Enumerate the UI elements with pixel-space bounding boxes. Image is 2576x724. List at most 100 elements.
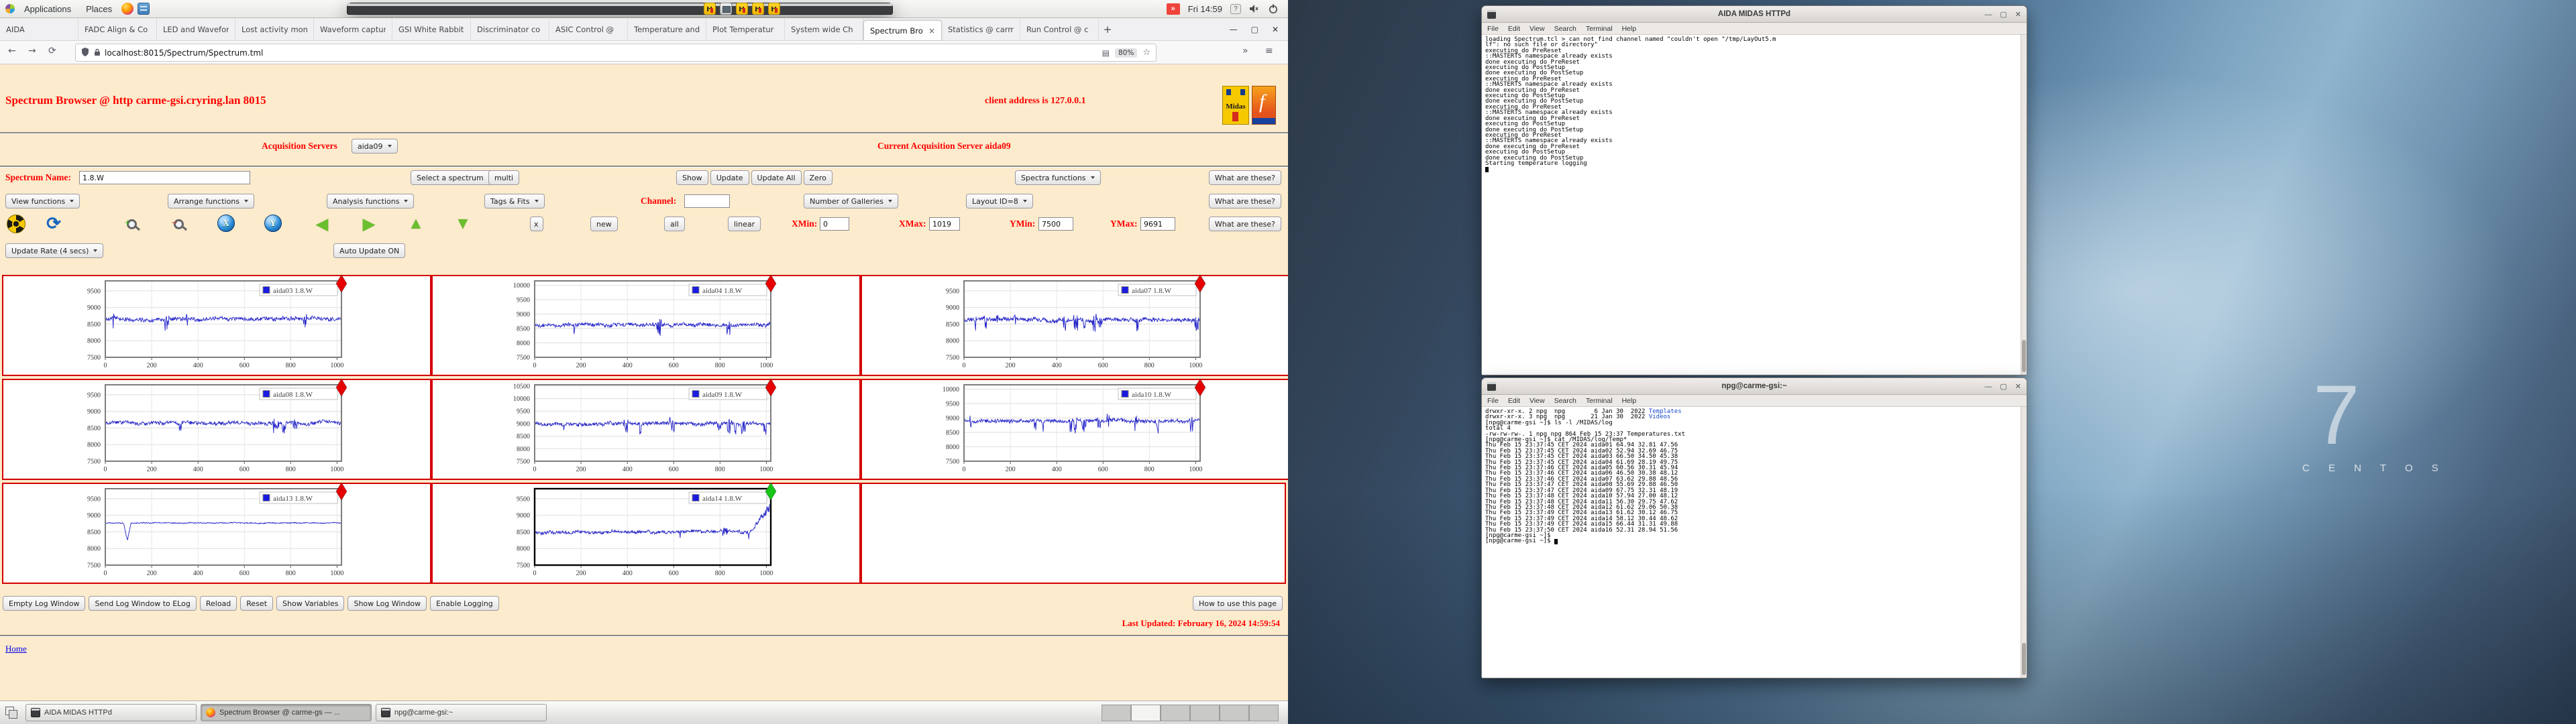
shield-icon[interactable] [81,46,89,59]
tab-lost-activity-mon[interactable]: Lost activity mon [235,18,314,40]
send-log-window-to-elog-button[interactable]: Send Log Window to ELog [89,596,196,611]
spectrum-plot-aida03[interactable]: aida03 1.8.W 750080008500900095000200400… [2,275,431,376]
distro-menu-icon[interactable] [5,4,15,13]
enable-logging-button[interactable]: Enable Logging [430,596,499,611]
zoom-in-icon[interactable]: + [122,215,141,233]
expand-x-icon[interactable]: X [217,215,235,232]
tab-asic-control[interactable]: ASIC Control @ [549,18,628,40]
layout-id-dropdown[interactable]: Layout ID=8 [966,194,1033,208]
url-bar[interactable]: localhost:8015/Spectrum/Spectrum.tml ▤ 8… [75,44,1157,62]
tab-waveform-captur[interactable]: Waveform captur [314,18,392,40]
spectrum-plot-aida09[interactable]: aida09 1.8.W 750080008500900095001000010… [431,379,861,480]
tab-system-wide-ch[interactable]: System wide Ch [785,18,863,40]
spectrum-plot-aida07[interactable]: aida07 1.8.W 750080008500900095000200400… [861,275,1288,376]
hamburger-menu-icon[interactable]: ≡ [1265,46,1273,56]
how-to-use-button[interactable]: How to use this page [1193,596,1283,611]
update-rate-dropdown[interactable]: Update Rate (4 secs) [5,243,103,258]
tab-run-control-c[interactable]: Run Control @ c [1020,18,1099,40]
reload-button[interactable]: ⟳ [48,46,56,56]
reader-mode-icon[interactable]: ▤ [1102,48,1110,58]
window-switcher-icon[interactable] [5,707,17,719]
close-button[interactable]: ✕ [1272,25,1279,34]
tab-fadc-align-co[interactable]: FADC Align & Co [78,18,157,40]
tab-spectrum-bro[interactable]: Spectrum Bro× [863,20,942,40]
tab-temperature-and[interactable]: Temperature and [628,18,706,40]
acquisition-server-select[interactable]: aida09 [352,139,398,154]
show-variables-button[interactable]: Show Variables [276,596,344,611]
url-text[interactable]: localhost:8015/Spectrum/Spectrum.tml [105,48,263,58]
terminal-title-bar[interactable]: AIDA MIDAS HTTPd — ▢ ✕ [1482,6,2027,23]
radiation-icon[interactable] [7,215,25,233]
minimize-button[interactable]: — [1984,383,1992,391]
spectra-functions-dropdown[interactable]: Spectra functions [1015,170,1101,185]
show-button[interactable]: Show [676,170,708,185]
tab-gsi-white-rabbit[interactable]: GSI White Rabbit [392,18,471,40]
close-button[interactable]: ✕ [2015,10,2021,19]
forward-button[interactable]: → [28,46,36,56]
multi-button[interactable]: multi [488,170,519,185]
midas-app-icon[interactable] [768,3,780,15]
terminal-window-aida-midas-httpd[interactable]: AIDA MIDAS HTTPd — ▢ ✕ FileEditViewSearc… [1481,5,2027,375]
tab-aida[interactable]: AIDA [0,18,78,40]
refresh-icon[interactable]: ⟳ [44,215,63,233]
close-button[interactable]: ✕ [2015,382,2021,391]
spectrum-name-input[interactable] [79,171,250,184]
tab-led-and-wavefor[interactable]: LED and Wavefor [157,18,235,40]
spectrum-plot-aida14[interactable]: aida14 1.8.W 750080008500900095000200400… [431,483,861,584]
reset-button[interactable]: Reset [240,596,273,611]
ymin-input[interactable] [1038,217,1073,231]
spectrum-plot-aida04[interactable]: aida04 1.8.W 750080008500900095001000002… [431,275,861,376]
workspace-6[interactable] [1249,705,1279,721]
update-button[interactable]: Update [710,170,749,185]
select-spectrum-dropdown[interactable]: Select a spectrum [411,170,498,185]
xmin-input[interactable] [820,217,849,231]
overflow-chevron-icon[interactable]: » [1242,46,1248,56]
arrange-functions-dropdown[interactable]: Arrange functions [168,194,254,208]
pan-down-icon[interactable]: ▼ [453,215,472,233]
tab-discriminator-co[interactable]: Discriminator co [471,18,549,40]
maximize-button[interactable]: ▢ [2000,10,2006,19]
menu-help[interactable]: Help [1622,397,1637,405]
taskbar-item-npg-carme-gsi[interactable]: npg@carme-gsi:~ [376,704,547,721]
close-gallery-button[interactable]: x [530,217,543,231]
menu-search[interactable]: Search [1554,397,1576,405]
midas-app-icon[interactable] [736,3,748,15]
tags-fits-dropdown[interactable]: Tags & Fits [484,194,545,208]
terminal-output[interactable]: loading Spectrum.tcl > can not find chan… [1482,35,2027,375]
what-are-these-button[interactable]: What are these? [1209,170,1281,185]
scrollbar[interactable] [2021,407,2027,678]
reload-button[interactable]: Reload [200,596,237,611]
xmax-input[interactable] [929,217,960,231]
clock[interactable]: Fri 14:59 [1188,4,1222,14]
menu-edit[interactable]: Edit [1508,25,1520,33]
spectrum-plot-aida08[interactable]: aida08 1.8.W 750080008500900095000200400… [2,379,431,480]
spectrum-plot-aida10[interactable]: aida10 1.8.W 750080008500900095001000002… [861,379,1288,480]
number-of-galleries-dropdown[interactable]: Number of Galleries [804,194,898,208]
minimize-button[interactable]: — [1984,11,1992,19]
zero-button[interactable]: Zero [804,170,833,185]
workspace-5[interactable] [1220,705,1249,721]
screenshot-app-icon[interactable] [720,3,732,15]
menu-view[interactable]: View [1529,25,1545,33]
linear-button[interactable]: linear [728,217,761,231]
channel-input[interactable] [684,194,730,208]
file-manager-icon[interactable] [138,3,150,15]
workspace-3[interactable] [1161,705,1190,721]
menu-file[interactable]: File [1487,25,1499,33]
midas-app-icon[interactable] [752,3,764,15]
what-are-these-button[interactable]: What are these? [1209,217,1281,231]
menu-help[interactable]: Help [1622,25,1637,33]
pan-up-icon[interactable]: ▲ [407,215,425,233]
workspace-2[interactable] [1131,705,1161,721]
input-method-icon[interactable]: ? [1230,4,1241,14]
taskbar-item-spectrum-browser-carme-gs[interactable]: Spectrum Browser @ carme-gs — ... [201,704,372,721]
back-button[interactable]: ← [8,46,16,56]
bookmark-star-icon[interactable]: ☆ [1142,48,1150,58]
minimize-button[interactable]: — [1230,25,1238,34]
expand-y-icon[interactable]: Y [264,215,282,232]
menu-edit[interactable]: Edit [1508,397,1520,405]
show-log-window-button[interactable]: Show Log Window [347,596,427,611]
workspace-4[interactable] [1190,705,1220,721]
workspace-1[interactable] [1102,705,1131,721]
analysis-functions-dropdown[interactable]: Analysis functions [327,194,414,208]
